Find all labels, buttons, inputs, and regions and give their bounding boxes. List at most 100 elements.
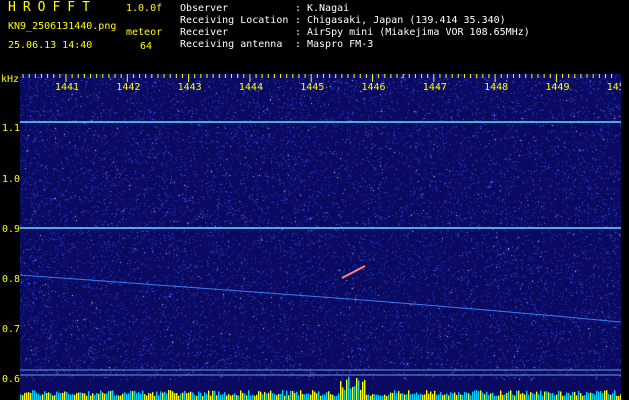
power-bar bbox=[134, 390, 136, 400]
power-bar bbox=[78, 392, 80, 400]
power-bar bbox=[148, 393, 150, 400]
power-bar bbox=[374, 394, 376, 400]
power-bar bbox=[238, 395, 240, 400]
power-bar bbox=[420, 393, 422, 400]
power-bar bbox=[464, 392, 466, 400]
power-bar bbox=[96, 393, 98, 400]
power-bar bbox=[42, 394, 44, 400]
power-bar bbox=[306, 393, 308, 400]
power-bar bbox=[394, 390, 396, 400]
power-bar bbox=[112, 390, 114, 400]
power-bar bbox=[524, 394, 526, 400]
power-bar bbox=[532, 393, 534, 400]
power-bar bbox=[120, 395, 122, 400]
power-bar bbox=[70, 394, 72, 400]
power-bar bbox=[194, 394, 196, 400]
power-bar bbox=[472, 391, 474, 400]
power-bar bbox=[28, 392, 30, 400]
observer-label: Observer bbox=[180, 3, 229, 14]
x-tick-label: 1449 bbox=[545, 82, 569, 93]
power-bar bbox=[56, 391, 58, 400]
separator: : bbox=[295, 39, 302, 50]
power-bar bbox=[436, 394, 438, 400]
y-tick-label: 1.0 bbox=[2, 174, 21, 185]
power-bar bbox=[86, 395, 88, 400]
spectrogram-plot[interactable]: 1441 1442 1443 1444 1445 1446 1447 1448 1449 1450 bbox=[20, 74, 621, 400]
datetime-label: 25.06.13 14:40 bbox=[8, 40, 93, 51]
power-bar-strip bbox=[20, 376, 621, 400]
power-bar bbox=[234, 393, 236, 400]
power-bar bbox=[422, 394, 424, 400]
power-bar bbox=[294, 392, 296, 400]
observer-value: K.Nagai bbox=[307, 3, 350, 14]
power-bar bbox=[84, 393, 86, 400]
power-bar bbox=[202, 395, 204, 400]
x-tick-label: 1441 bbox=[55, 82, 79, 93]
power-bar bbox=[256, 394, 258, 400]
power-bar bbox=[512, 394, 514, 400]
power-bar bbox=[204, 392, 206, 400]
power-bar bbox=[20, 394, 22, 400]
power-bar bbox=[154, 395, 156, 400]
power-bar bbox=[216, 395, 218, 400]
power-bar bbox=[168, 390, 170, 400]
power-bar bbox=[140, 393, 142, 400]
power-bar bbox=[354, 385, 356, 400]
power-bar bbox=[596, 390, 598, 400]
power-bar bbox=[156, 391, 158, 400]
power-bar bbox=[570, 395, 572, 400]
power-bar bbox=[494, 395, 496, 400]
power-bar bbox=[226, 395, 228, 400]
power-bar bbox=[60, 393, 62, 400]
power-bar bbox=[330, 394, 332, 400]
power-bar bbox=[478, 391, 480, 400]
power-bar bbox=[110, 390, 112, 400]
power-bar bbox=[280, 393, 282, 400]
power-bar bbox=[372, 394, 374, 400]
power-bar bbox=[170, 390, 172, 400]
power-bar bbox=[278, 393, 280, 400]
power-bar bbox=[356, 378, 358, 400]
power-bar bbox=[94, 394, 96, 400]
power-bar bbox=[404, 394, 406, 400]
power-bar bbox=[510, 390, 512, 400]
power-bar bbox=[258, 391, 260, 400]
power-bar bbox=[128, 393, 130, 400]
power-bar bbox=[108, 391, 110, 400]
meteor-echo bbox=[341, 265, 366, 279]
power-bar bbox=[58, 392, 60, 400]
power-bar bbox=[526, 390, 528, 400]
power-bar bbox=[548, 392, 550, 400]
power-bar bbox=[48, 392, 50, 400]
separator: : bbox=[295, 3, 302, 14]
power-bar bbox=[378, 395, 380, 400]
power-bar bbox=[250, 395, 252, 400]
power-bar bbox=[38, 394, 40, 400]
power-bar bbox=[442, 395, 444, 400]
power-bar bbox=[496, 395, 498, 400]
drift-trace bbox=[20, 274, 621, 323]
version-label: 1.0.0f bbox=[126, 3, 163, 14]
power-bar bbox=[44, 391, 46, 400]
power-bar bbox=[46, 392, 48, 400]
power-bar bbox=[220, 394, 222, 400]
power-bar bbox=[40, 395, 42, 400]
power-bar bbox=[514, 395, 516, 400]
power-bar bbox=[100, 390, 102, 400]
power-bar bbox=[300, 390, 302, 400]
power-bar bbox=[180, 393, 182, 400]
x-tick-label: 1443 bbox=[178, 82, 202, 93]
power-bar bbox=[144, 394, 146, 400]
power-bar bbox=[382, 395, 384, 400]
power-bar bbox=[408, 390, 410, 400]
antenna-value: Maspro FM-3 bbox=[307, 39, 374, 50]
power-bar bbox=[54, 395, 56, 400]
power-bar bbox=[554, 395, 556, 400]
power-bar bbox=[538, 394, 540, 400]
power-bar bbox=[270, 390, 272, 400]
power-bar bbox=[504, 394, 506, 400]
power-bar bbox=[158, 395, 160, 400]
power-bar bbox=[440, 392, 442, 400]
power-bar bbox=[390, 392, 392, 400]
power-bar bbox=[400, 393, 402, 400]
